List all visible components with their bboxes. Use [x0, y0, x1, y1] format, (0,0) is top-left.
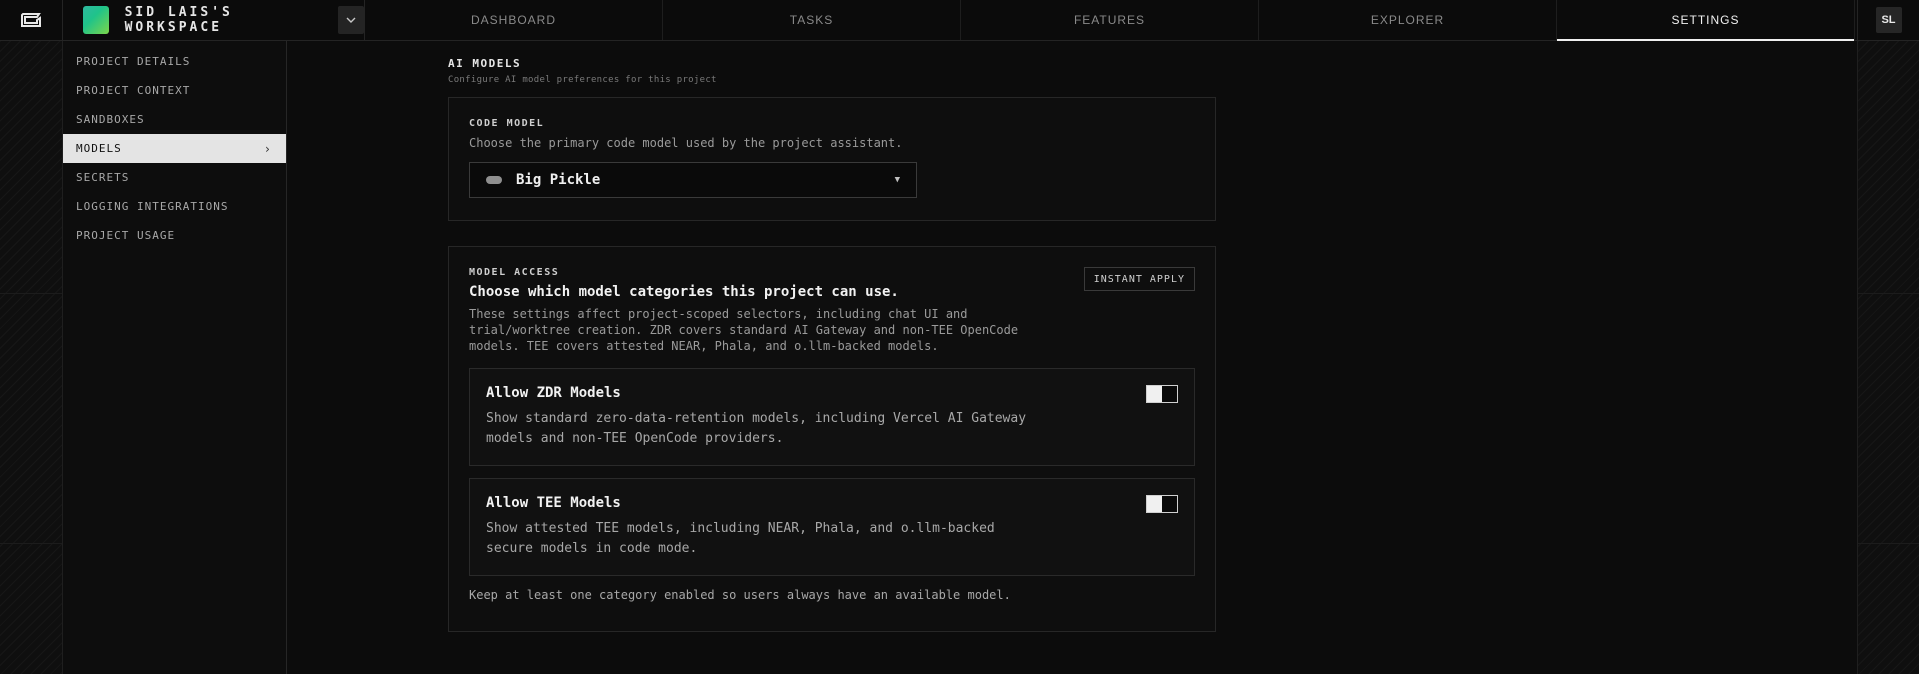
tee-models-option: Allow TEE Models Show attested TEE model… — [469, 478, 1195, 576]
sidebar-item-project-context[interactable]: PROJECT CONTEXT — [63, 76, 286, 105]
settings-main: AI MODELS Configure AI model preferences… — [288, 41, 1857, 674]
code-model-card: CODE MODEL Choose the primary code model… — [448, 97, 1216, 221]
sidebar-item-models[interactable]: MODELS › — [63, 134, 286, 163]
tab-dashboard[interactable]: DASHBOARD — [365, 0, 663, 40]
workspace-name: SID LAIS'S WORKSPACE — [124, 5, 233, 35]
sidebar-item-label: SECRETS — [76, 171, 130, 184]
workspace-switcher: SID LAIS'S WORKSPACE — [63, 0, 365, 40]
sidebar-item-secrets[interactable]: SECRETS — [63, 163, 286, 192]
gutter-divider — [0, 543, 62, 544]
sidebar-item-project-usage[interactable]: PROJECT USAGE — [63, 221, 286, 250]
model-access-footnote: Keep at least one category enabled so us… — [469, 588, 1011, 602]
top-bar: SID LAIS'S WORKSPACE DASHBOARD TASKS FEA… — [0, 0, 1919, 41]
workspace-avatar — [83, 6, 109, 34]
tab-tasks[interactable]: TASKS — [663, 0, 961, 40]
sidebar-item-label: LOGGING INTEGRATIONS — [76, 200, 229, 213]
caret-down-icon: ▼ — [894, 175, 900, 185]
tee-models-toggle[interactable] — [1146, 495, 1178, 513]
sidebar-item-label: MODELS — [76, 142, 122, 155]
settings-sidebar: PROJECT DETAILS PROJECT CONTEXT SANDBOXE… — [63, 41, 287, 674]
zdr-models-toggle[interactable] — [1146, 385, 1178, 403]
gutter-divider — [0, 293, 62, 294]
user-avatar[interactable]: SL — [1875, 7, 1902, 33]
zdr-models-title: Allow ZDR Models — [486, 385, 621, 401]
toggle-knob — [1147, 496, 1162, 512]
toggle-track — [1162, 386, 1177, 402]
workspace-dropdown-button[interactable] — [338, 6, 364, 34]
tee-models-title: Allow TEE Models — [486, 495, 621, 511]
chevron-right-icon: › — [263, 141, 272, 156]
section-subtitle: Configure AI model preferences for this … — [448, 75, 717, 85]
ai-models-section: AI MODELS Configure AI model preferences… — [448, 57, 1216, 632]
sidebar-item-sandboxes[interactable]: SANDBOXES — [63, 105, 286, 134]
gutter-divider — [1858, 543, 1919, 544]
right-gutter — [1857, 41, 1919, 674]
tee-models-description: Show attested TEE models, including NEAR… — [486, 521, 995, 556]
user-menu[interactable]: SL — [1857, 0, 1919, 40]
main-tabs: DASHBOARD TASKS FEATURES EXPLORER SETTIN… — [365, 0, 1857, 41]
zdr-models-option: Allow ZDR Models Show standard zero-data… — [469, 368, 1195, 466]
tab-explorer[interactable]: EXPLORER — [1259, 0, 1557, 40]
app-logo-icon — [21, 13, 41, 27]
code-model-label: CODE MODEL — [469, 118, 545, 129]
model-pill-icon — [486, 176, 502, 184]
model-access-card: MODEL ACCESS INSTANT APPLY Choose which … — [448, 246, 1216, 632]
toggle-knob — [1147, 386, 1162, 402]
code-model-selected-value: Big Pickle — [516, 172, 601, 188]
sidebar-item-logging-integrations[interactable]: LOGGING INTEGRATIONS — [63, 192, 286, 221]
sidebar-item-label: SANDBOXES — [76, 113, 145, 126]
section-title: AI MODELS — [448, 57, 522, 70]
sidebar-item-label: PROJECT USAGE — [76, 229, 176, 242]
logo-button[interactable] — [0, 0, 63, 40]
model-access-body: These settings affect project-scoped sel… — [469, 307, 1019, 353]
code-model-select[interactable]: Big Pickle ▼ — [469, 162, 917, 198]
instant-apply-badge: INSTANT APPLY — [1083, 267, 1195, 291]
chevron-down-icon — [346, 17, 356, 23]
sidebar-item-label: PROJECT DETAILS — [76, 55, 191, 68]
sidebar-item-project-details[interactable]: PROJECT DETAILS — [63, 47, 286, 76]
tab-features[interactable]: FEATURES — [961, 0, 1259, 40]
gutter-divider — [1858, 293, 1919, 294]
zdr-models-description: Show standard zero-data-retention models… — [486, 411, 1027, 446]
toggle-track — [1162, 496, 1177, 512]
code-model-description: Choose the primary code model used by th… — [469, 136, 903, 150]
sidebar-item-label: PROJECT CONTEXT — [76, 84, 191, 97]
tab-settings[interactable]: SETTINGS — [1557, 0, 1855, 41]
left-gutter — [0, 41, 63, 674]
